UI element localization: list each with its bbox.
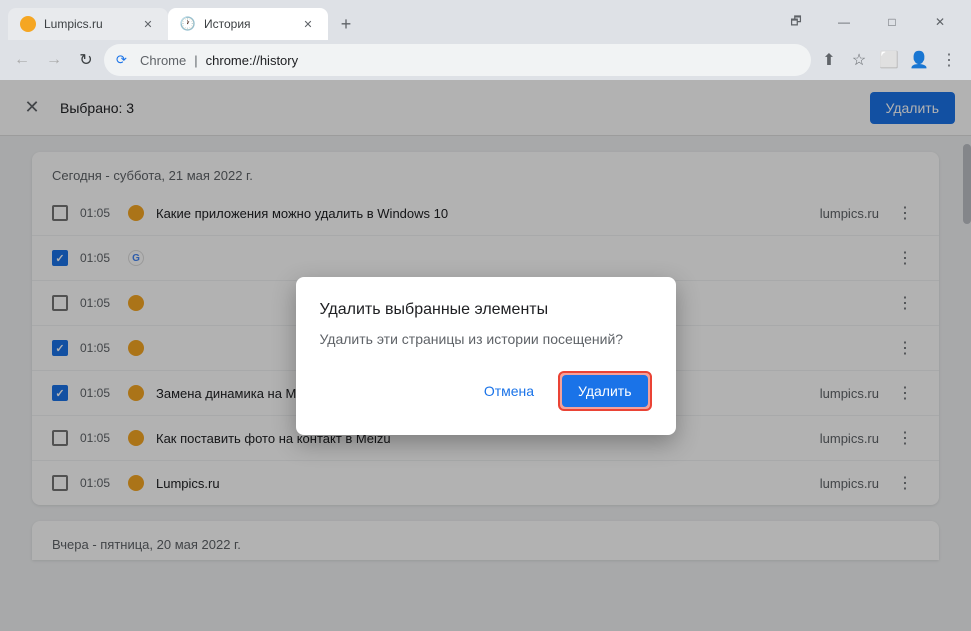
address-chrome-label: Chrome: [140, 53, 186, 68]
maximize-button[interactable]: □: [869, 8, 915, 36]
menu-button[interactable]: ⋮: [935, 46, 963, 74]
modal-overlay: Удалить выбранные элементы Удалить эти с…: [0, 80, 971, 631]
share-button[interactable]: ⬆: [815, 46, 843, 74]
modal-dialog: Удалить выбранные элементы Удалить эти с…: [296, 277, 676, 435]
modal-cancel-button[interactable]: Отмена: [472, 375, 546, 407]
forward-button[interactable]: →: [40, 46, 68, 74]
address-bar: ← → ↻ ⟳ Chrome | chrome://history ⬆ ☆ ⬜ …: [0, 40, 971, 80]
close-button[interactable]: ✕: [917, 8, 963, 36]
address-input[interactable]: ⟳ Chrome | chrome://history: [104, 44, 811, 76]
back-button[interactable]: ←: [8, 46, 36, 74]
address-actions: ⬆ ☆ ⬜ 👤 ⋮: [815, 46, 963, 74]
tab-history[interactable]: 🕐 История ✕: [168, 8, 328, 40]
tab-favicon-lumpics: [20, 16, 36, 32]
page-content: ✕ Выбрано: 3 Удалить Сегодня - суббота, …: [0, 80, 971, 631]
sidebar-button[interactable]: ⬜: [875, 46, 903, 74]
tab-bar: Lumpics.ru ✕ 🕐 История ✕ + 🗗 — □ ✕: [0, 0, 971, 40]
tab-lumpics[interactable]: Lumpics.ru ✕: [8, 8, 168, 40]
new-tab-button[interactable]: +: [332, 10, 360, 38]
address-chrome-icon: ⟳: [116, 52, 132, 68]
reload-button[interactable]: ↻: [72, 46, 100, 74]
profile-button[interactable]: 👤: [905, 46, 933, 74]
tab-close-history[interactable]: ✕: [300, 16, 316, 32]
modal-body: Удалить эти страницы из истории посещени…: [320, 331, 652, 347]
browser-window: Lumpics.ru ✕ 🕐 История ✕ + 🗗 — □ ✕ ← → ↻…: [0, 0, 971, 631]
tab-title-history: История: [204, 17, 292, 31]
bookmark-button[interactable]: ☆: [845, 46, 873, 74]
minimize-button[interactable]: —: [821, 8, 867, 36]
modal-confirm-button[interactable]: Удалить: [562, 375, 647, 407]
tab-close-lumpics[interactable]: ✕: [140, 16, 156, 32]
modal-confirm-wrap: Удалить: [558, 371, 651, 411]
address-url: chrome://history: [206, 53, 298, 68]
window-controls: 🗗 — □ ✕: [773, 8, 971, 40]
modal-actions: Отмена Удалить: [320, 371, 652, 411]
tab-title-lumpics: Lumpics.ru: [44, 17, 132, 31]
modal-title: Удалить выбранные элементы: [320, 301, 652, 319]
address-separator: |: [194, 53, 197, 68]
tab-favicon-history: 🕐: [180, 16, 196, 32]
restore-button[interactable]: 🗗: [773, 8, 819, 36]
